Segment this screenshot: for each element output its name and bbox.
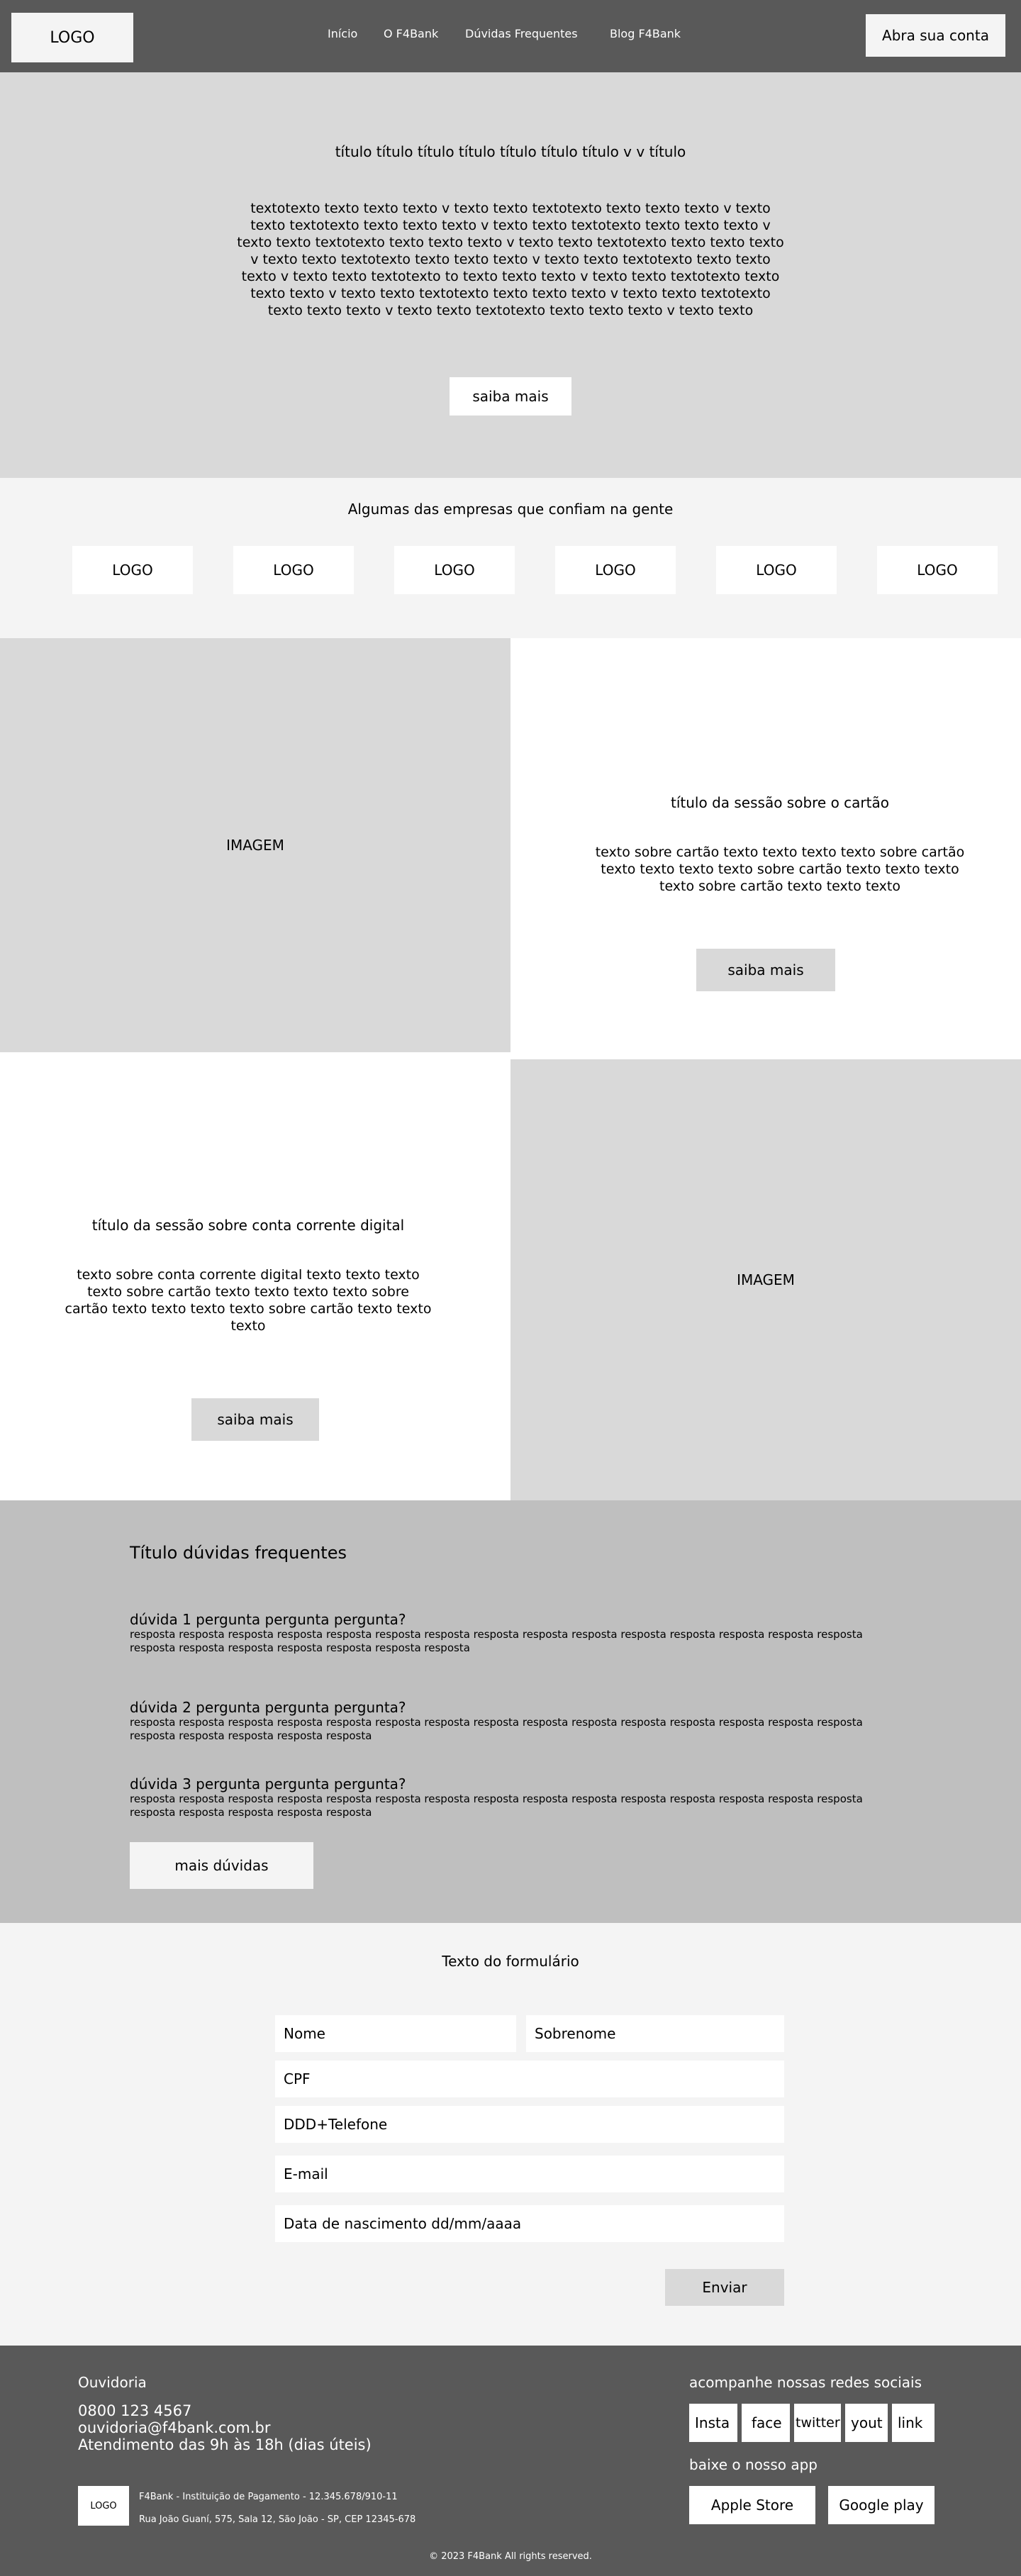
account-section: título da sessão sobre conta corrente di… <box>0 1052 1021 1500</box>
ombudsman-email[interactable]: ouvidoria@f4bank.com.br <box>78 2419 372 2436</box>
faq-item[interactable]: dúvida 2 pergunta pergunta pergunta? res… <box>130 1699 896 1743</box>
ombudsman-hours: Atendimento das 9h às 18h (dias úteis) <box>78 2436 372 2453</box>
email-input[interactable] <box>275 2156 784 2192</box>
site-header: LOGO Início O F4Bank Dúvidas Frequentes … <box>0 0 1021 72</box>
site-footer: Ouvidoria 0800 123 4567 ouvidoria@f4bank… <box>0 2346 1021 2576</box>
faq-answer: resposta resposta resposta resposta resp… <box>130 1716 863 1742</box>
ombudsman-phone[interactable]: 0800 123 4567 <box>78 2402 372 2419</box>
instagram-link[interactable]: Insta <box>689 2404 737 2442</box>
linkedin-link[interactable]: link <box>892 2404 934 2442</box>
form-title: Texto do formulário <box>442 1953 579 1970</box>
nav-item-duvidas[interactable]: Dúvidas Frequentes <box>465 27 578 40</box>
birthdate-input[interactable] <box>275 2205 784 2242</box>
hero-text: textotexto texto texto texto v texto tex… <box>237 201 784 318</box>
partners-title: Algumas das empresas que confiam na gent… <box>347 501 674 518</box>
ombudsman-title: Ouvidoria <box>78 2374 147 2391</box>
partner-logo: LOGO <box>72 546 193 594</box>
signup-form-section: Texto do formulário Enviar <box>0 1923 1021 2346</box>
account-image: IMAGEM <box>510 1059 1021 1500</box>
faq-item[interactable]: dúvida 1 pergunta pergunta pergunta? res… <box>130 1611 896 1655</box>
card-section: IMAGEM título da sessão sobre o cartão t… <box>0 638 1021 1052</box>
submit-button[interactable]: Enviar <box>665 2269 784 2306</box>
faq-answer: resposta resposta resposta resposta resp… <box>130 1792 863 1819</box>
account-section-text: texto sobre conta corrente digital texto… <box>65 1267 432 1334</box>
cpf-input[interactable] <box>275 2061 784 2097</box>
footer-logo: LOGO <box>78 2486 129 2526</box>
copyright: © 2023 F4Bank All rights reserved. <box>429 2551 592 2562</box>
faq-question: dúvida 3 pergunta pergunta pergunta? <box>130 1775 406 1792</box>
card-learn-more-button[interactable]: saiba mais <box>696 949 835 991</box>
account-learn-more-button[interactable]: saiba mais <box>191 1398 319 1441</box>
card-image: IMAGEM <box>0 638 510 1052</box>
hero-section: título título título título título títul… <box>0 72 1021 478</box>
nav-item-o-f4bank[interactable]: O F4Bank <box>384 27 438 40</box>
hero-title: título título título título título títul… <box>335 143 686 160</box>
faq-title: Título dúvidas frequentes <box>130 1543 347 1563</box>
partner-logo: LOGO <box>877 546 998 594</box>
card-section-title: título da sessão sobre o cartão <box>671 794 889 811</box>
partner-logo: LOGO <box>233 546 354 594</box>
twitter-link[interactable]: twitter <box>794 2404 841 2442</box>
partners-section: Algumas das empresas que confiam na gent… <box>0 478 1021 638</box>
partner-logo: LOGO <box>555 546 676 594</box>
faq-section: Título dúvidas frequentes dúvida 1 pergu… <box>0 1500 1021 1923</box>
partner-logo: LOGO <box>716 546 837 594</box>
nav-item-blog[interactable]: Blog F4Bank <box>610 27 681 40</box>
faq-question: dúvida 1 pergunta pergunta pergunta? <box>130 1611 406 1628</box>
faq-item[interactable]: dúvida 3 pergunta pergunta pergunta? res… <box>130 1775 896 1819</box>
company-address: Rua João Guaní, 575, Sala 12, São João -… <box>139 2514 416 2525</box>
account-section-title: título da sessão sobre conta corrente di… <box>91 1217 405 1234</box>
more-questions-button[interactable]: mais dúvidas <box>130 1842 313 1889</box>
ombudsman-contacts: 0800 123 4567 ouvidoria@f4bank.com.br At… <box>78 2402 372 2453</box>
app-title: baixe o nosso app <box>689 2456 818 2473</box>
last-name-input[interactable] <box>526 2015 784 2052</box>
facebook-link[interactable]: face <box>742 2404 790 2442</box>
social-title: acompanhe nossas redes sociais <box>689 2374 922 2391</box>
apple-store-button[interactable]: Apple Store <box>689 2486 815 2524</box>
card-section-text: texto sobre cartão texto texto texto tex… <box>595 844 965 894</box>
first-name-input[interactable] <box>275 2015 516 2052</box>
nav-item-inicio[interactable]: Início <box>328 27 357 40</box>
faq-answer: resposta resposta resposta resposta resp… <box>130 1628 863 1654</box>
faq-question: dúvida 2 pergunta pergunta pergunta? <box>130 1699 406 1716</box>
open-account-button[interactable]: Abra sua conta <box>866 14 1005 57</box>
phone-input[interactable] <box>275 2106 784 2143</box>
hero-learn-more-button[interactable]: saiba mais <box>450 377 571 416</box>
company-legal-name: F4Bank - Instituição de Pagamento - 12.3… <box>139 2492 398 2502</box>
google-play-button[interactable]: Google play <box>828 2486 934 2524</box>
youtube-link[interactable]: yout <box>845 2404 888 2442</box>
partner-logo: LOGO <box>394 546 515 594</box>
